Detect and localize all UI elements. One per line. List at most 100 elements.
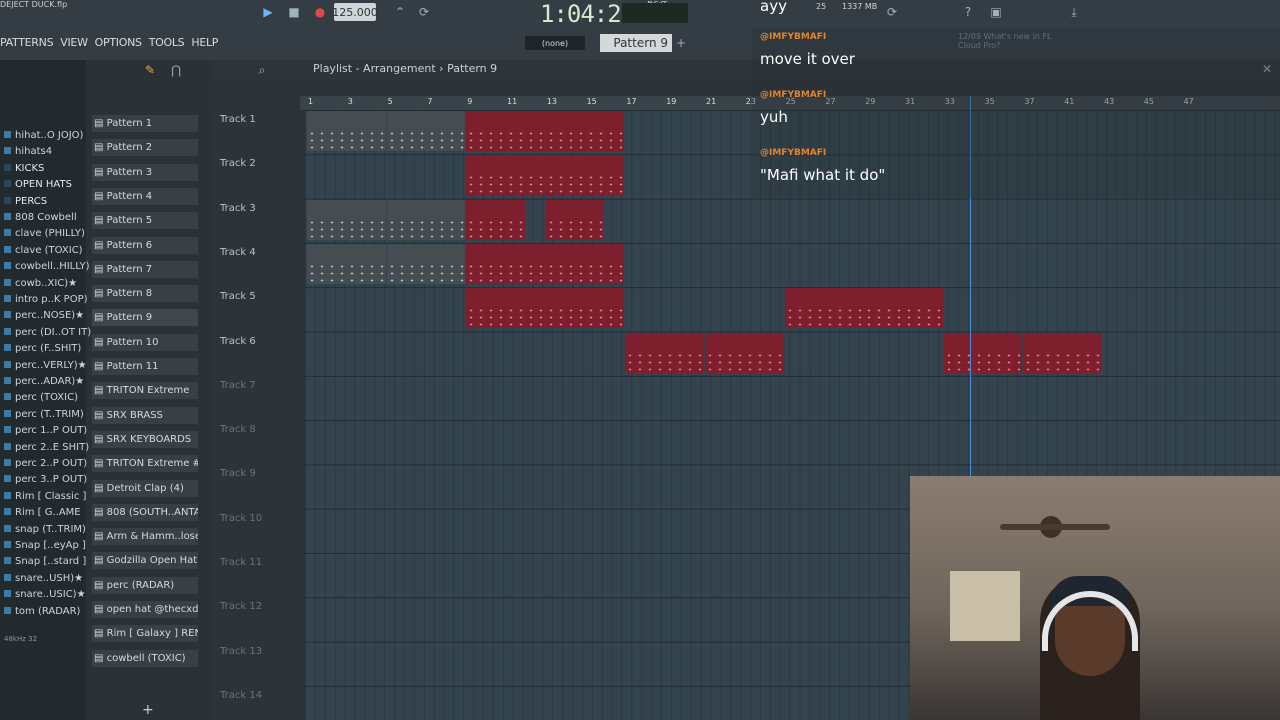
browser-item[interactable]: clave (PHILLY) (4, 228, 85, 239)
channel-button[interactable]: ▤ cowbell (TOXIC) (92, 649, 198, 667)
help-icon[interactable]: ? (958, 2, 978, 22)
loop-icon[interactable]: ⟳ (414, 2, 434, 22)
search-icon[interactable]: ⌕ (252, 60, 272, 80)
track-label[interactable]: Track 2 (220, 158, 256, 169)
track-label[interactable]: Track 3 (220, 203, 256, 214)
playlist-clip[interactable]: ▤ SRX BRASS (545, 155, 625, 196)
playlist-clip[interactable]: ▤ Pattern 11 (705, 332, 784, 373)
play-icon[interactable]: ▶ (258, 2, 278, 22)
playlist-clip[interactable]: ▤ SRX K..BOARDS (466, 199, 525, 240)
channel-button[interactable]: ▤ Pattern 9 (92, 309, 198, 327)
menu-item-tools[interactable]: TOOLS (149, 36, 185, 49)
browser-item[interactable]: perc..ADAR)★ (4, 376, 84, 387)
pencil-icon[interactable]: ✎ (140, 60, 160, 80)
channel-button[interactable]: ▤ Pattern 4 (92, 187, 198, 205)
record-icon[interactable]: ● (310, 2, 330, 22)
playlist-clip[interactable]: ▤ TRITON Extreme (307, 111, 386, 151)
track-label[interactable]: Track 7 (220, 380, 256, 391)
browser-item[interactable]: perc..VERLY)★ (4, 360, 87, 371)
channel-button[interactable]: ▤ SRX BRASS (92, 406, 198, 424)
menu-item-options[interactable]: OPTIONS (95, 36, 142, 49)
browser-item[interactable]: perc (TOXIC) (4, 392, 78, 403)
browser-item[interactable]: perc 2..E SHIT) (4, 442, 89, 453)
browser-item[interactable]: perc (DI..OT IT) (4, 327, 91, 338)
channel-button[interactable]: ▤ 808 (SOUTH..ANTA BABY) (92, 503, 198, 521)
channel-button[interactable]: ▤ TRITON Extreme (92, 382, 198, 400)
channel-button[interactable]: ▤ Pattern 10 (92, 333, 198, 351)
browser-item[interactable]: cowbell..HILLY) (4, 261, 90, 272)
menu-item-view[interactable]: VIEW (60, 36, 88, 49)
track-label[interactable]: Track 6 (220, 336, 256, 347)
channel-button[interactable]: ▤ Detroit Clap (4) (92, 479, 198, 497)
browser-item[interactable]: perc 1..P OUT) (4, 425, 87, 436)
browser-item[interactable]: perc 2..P OUT) (4, 458, 87, 469)
download-icon[interactable]: ⤓ (1064, 2, 1084, 22)
browser-item[interactable]: hihats4 (4, 146, 52, 157)
playlist-clip[interactable]: ▤ Pattern 9 (1023, 332, 1102, 373)
browser-item[interactable]: Rim [ Classic ] (4, 491, 86, 502)
browser-item[interactable]: cowb..XIC)★ (4, 278, 77, 289)
add-pattern-icon[interactable]: + (676, 36, 686, 50)
playlist-clip[interactable]: ▤ TRITON Extreme #2 (545, 243, 625, 284)
track-label[interactable]: Track 12 (220, 601, 262, 612)
browser-item[interactable]: tom (RADAR) (4, 606, 80, 617)
playlist-clip[interactable]: ▤ TRITON Extreme (386, 111, 466, 151)
browser-item[interactable]: intro p..K POP) (4, 294, 88, 305)
channel-button[interactable]: ▤ TRITON Extreme #2 (92, 455, 198, 473)
track-label[interactable]: Track 14 (220, 690, 262, 701)
browser-item[interactable]: perc (F..SHIT) (4, 343, 81, 354)
track-label[interactable]: Track 4 (220, 247, 256, 258)
browser-item[interactable]: KICKS (4, 163, 44, 174)
track-label[interactable]: Track 1 (220, 114, 256, 125)
channel-button[interactable]: ▤ open hat @thecxdy (92, 601, 198, 618)
metronome-icon[interactable]: ⌃ (390, 2, 410, 22)
track-label[interactable]: Track 5 (220, 291, 256, 302)
tempo-display[interactable]: 125.000 (332, 3, 378, 21)
playlist-clip[interactable]: ▤ Pattern 11 (625, 332, 704, 373)
playlist-clip[interactable]: ▤ TRITON Extreme #2 (466, 243, 545, 284)
channel-button[interactable]: ▤ Pattern 2 (92, 139, 198, 157)
magnet-icon[interactable]: ⋂ (166, 60, 186, 80)
playlist-clip[interactable]: ▤ TRITON Extreme (545, 111, 625, 151)
playlist-clip[interactable]: ▤ 808 (SOU..NTA BABY) (545, 288, 625, 329)
track-label[interactable]: Track 9 (220, 468, 256, 479)
playlist-clip[interactable]: ▤ TRITON Extreme (466, 111, 545, 151)
browser-item[interactable]: 808 Cowbell (4, 212, 77, 223)
browser-item[interactable]: perc 3..P OUT) (4, 474, 87, 485)
playlist-clip[interactable]: ▤ SRX K..BOARDS (545, 199, 605, 240)
add-channel-icon[interactable]: + (142, 702, 154, 718)
playlist-clip[interactable]: ▤ TRITON Extreme #2 (307, 243, 386, 284)
channel-button[interactable]: ▤ Pattern 11 (92, 358, 198, 375)
browser-item[interactable]: OPEN HATS (4, 179, 72, 190)
browser-item[interactable]: Rim [ G..AME (4, 507, 81, 518)
menu-item-help[interactable]: HELP (191, 36, 218, 49)
playlist-clip[interactable]: ▤ Pattern 9 (943, 332, 1023, 373)
track-label[interactable]: Track 13 (220, 646, 262, 657)
track-label[interactable]: Track 11 (220, 557, 262, 568)
browser-item[interactable]: snare..USIC)★ (4, 589, 86, 600)
channel-button[interactable]: ▤ Pattern 6 (92, 236, 198, 254)
channel-button[interactable]: ▤ Pattern 1 (92, 115, 198, 132)
browser-item[interactable]: snap (T..TRIM) (4, 524, 86, 535)
stop-icon[interactable]: ■ (284, 2, 304, 22)
browser-item[interactable]: perc..NOSE)★ (4, 310, 84, 321)
channel-button[interactable]: ▤ Pattern 7 (92, 260, 198, 278)
track-label[interactable]: Track 8 (220, 424, 256, 435)
channel-button[interactable]: ▤ Godzilla Open Hat (92, 552, 198, 570)
menu-item-patterns[interactable]: PATTERNS (0, 36, 54, 49)
browser-item[interactable]: clave (TOXIC) (4, 245, 83, 256)
save-icon[interactable]: ▣ (986, 2, 1006, 22)
playlist-clip[interactable]: ▤ TRITON Extreme #2 (386, 243, 466, 284)
playlist-clip[interactable]: ▤ SRX K..BOARDS (386, 199, 466, 240)
playlist-clip[interactable]: ▤ SRX K..BOARDS (307, 199, 386, 240)
browser-item[interactable]: hihat..O JOJO) (4, 130, 83, 141)
browser-item[interactable]: Snap [..stard ] (4, 556, 86, 567)
browser-item[interactable]: snare..USH)★ (4, 573, 83, 584)
track-label[interactable]: Track 10 (220, 513, 262, 524)
playlist-clip[interactable]: ▤ SRX BRASS (466, 155, 545, 196)
pattern-selector[interactable]: Pattern 9 (600, 34, 672, 52)
browser-item[interactable]: PERCS (4, 196, 47, 207)
playlist-clip[interactable]: ▤ Pattern 10 (784, 288, 864, 329)
snap-selector[interactable]: (none) (525, 36, 585, 50)
channel-button[interactable]: ▤ Arm & Hamm..losed Hat (92, 528, 198, 546)
